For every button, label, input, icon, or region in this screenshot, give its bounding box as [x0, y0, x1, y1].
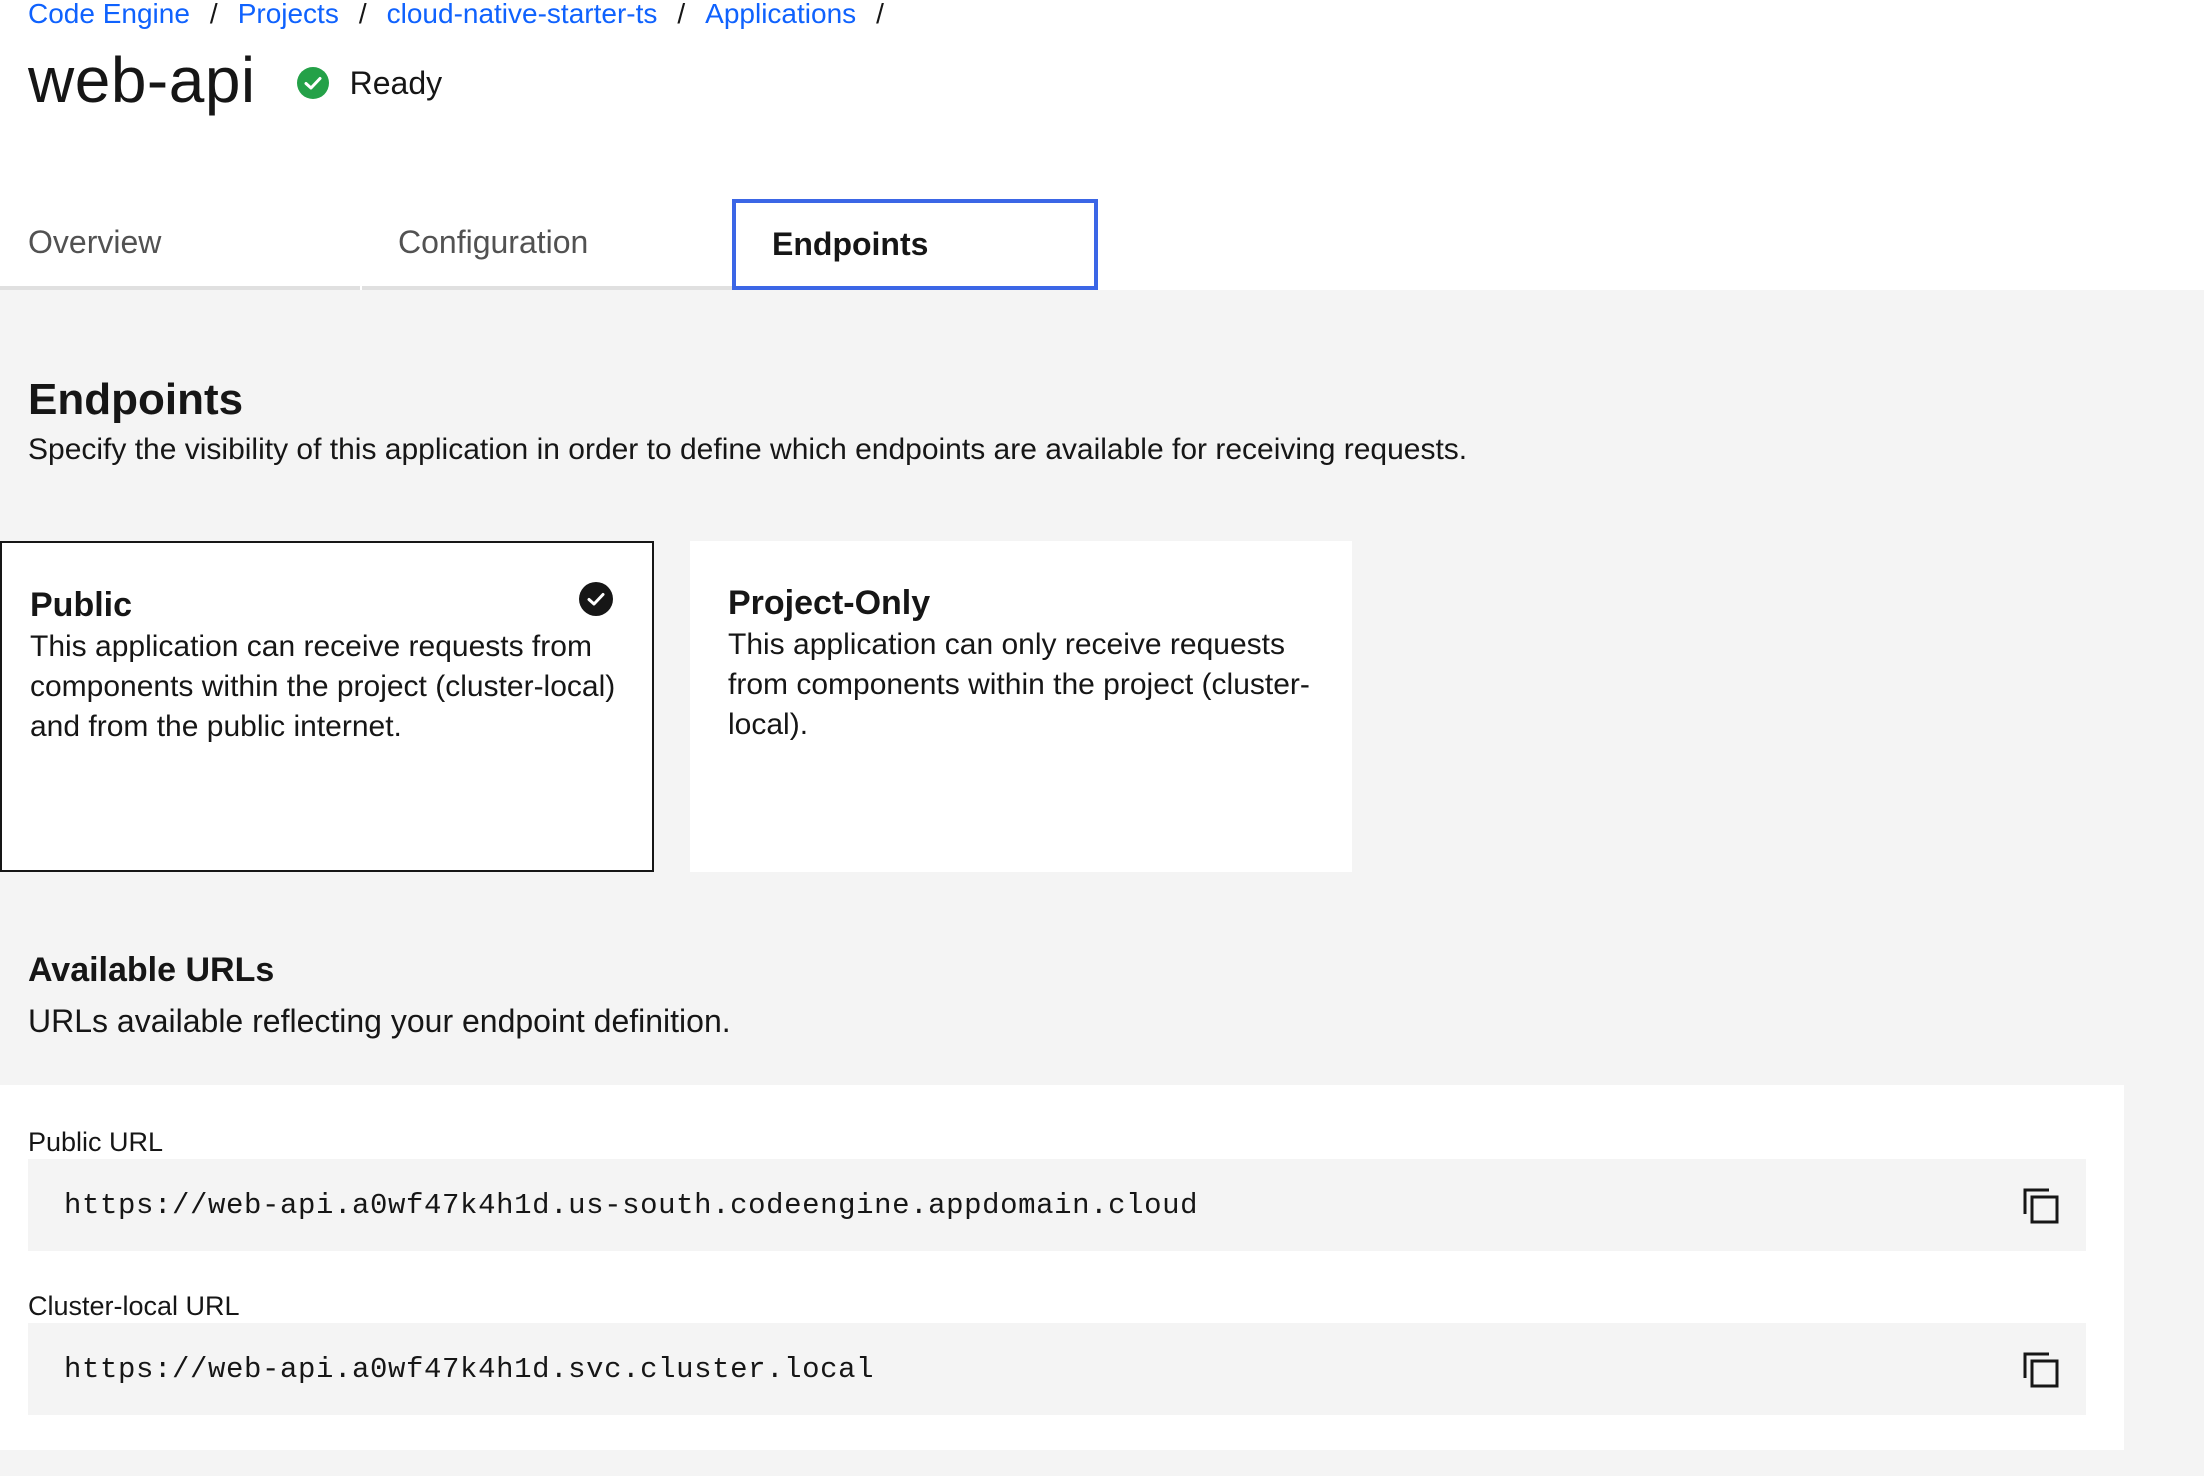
available-urls-description: URLs available reflecting your endpoint … [28, 1003, 731, 1039]
tab-label: Overview [28, 224, 162, 260]
public-url-label: Public URL [28, 1127, 164, 1157]
tile-description: This application can receive requests fr… [30, 630, 616, 743]
public-url-field[interactable]: https://web-api.a0wf47k4h1d.us-south.cod… [28, 1159, 2086, 1251]
tab-list: Overview Configuration Endpoints [0, 199, 1100, 290]
urls-panel: Public URL https://web-api.a0wf47k4h1d.u… [0, 1085, 2124, 1450]
page-title: web-api [28, 44, 256, 116]
tile-description: This application can only receive reques… [728, 628, 1310, 741]
breadcrumb: Code Engine / Projects / cloud-native-st… [28, 0, 904, 32]
tab-label: Configuration [398, 224, 589, 260]
breadcrumb-code-engine[interactable]: Code Engine [28, 0, 190, 32]
public-url-value: https://web-api.a0wf47k4h1d.us-south.cod… [64, 1188, 1199, 1222]
tab-configuration[interactable]: Configuration [362, 199, 732, 290]
copy-icon[interactable] [2022, 1187, 2060, 1225]
page-header: web-api Ready [28, 40, 442, 120]
cluster-local-url-value: https://web-api.a0wf47k4h1d.svc.cluster.… [64, 1352, 875, 1386]
app-root: Code Engine / Projects / cloud-native-st… [0, 0, 2204, 1476]
breadcrumb-project[interactable]: cloud-native-starter-ts [387, 0, 658, 32]
tab-label: Endpoints [772, 226, 929, 262]
endpoints-description: Specify the visibility of this applicati… [28, 433, 1468, 466]
tile-title: Project-Only [728, 584, 931, 622]
cluster-local-url-field[interactable]: https://web-api.a0wf47k4h1d.svc.cluster.… [28, 1323, 2086, 1415]
tab-overview[interactable]: Overview [0, 199, 360, 290]
breadcrumb-applications[interactable]: Applications [705, 0, 856, 32]
breadcrumb-separator: / [876, 0, 884, 29]
endpoints-heading: Endpoints [28, 375, 244, 424]
breadcrumb-separator: / [209, 0, 218, 29]
tile-title: Public [30, 586, 133, 624]
status-text: Ready [349, 64, 443, 101]
project-only-option-tile[interactable]: Project-Only This application can only r… [690, 541, 1352, 872]
tab-endpoints[interactable]: Endpoints [732, 199, 1098, 290]
breadcrumb-projects[interactable]: Projects [238, 0, 339, 32]
copy-icon[interactable] [2022, 1351, 2060, 1389]
breadcrumb-separator: / [677, 0, 686, 29]
checkmark-filled-icon [579, 582, 613, 616]
available-urls-heading: Available URLs [28, 951, 275, 989]
breadcrumb-separator: / [358, 0, 367, 29]
checkmark-filled-icon [296, 67, 329, 99]
public-option-tile[interactable]: Public This application can receive requ… [0, 541, 654, 872]
cluster-local-url-label: Cluster-local URL [28, 1291, 240, 1321]
status-indicator: Ready [296, 64, 443, 102]
